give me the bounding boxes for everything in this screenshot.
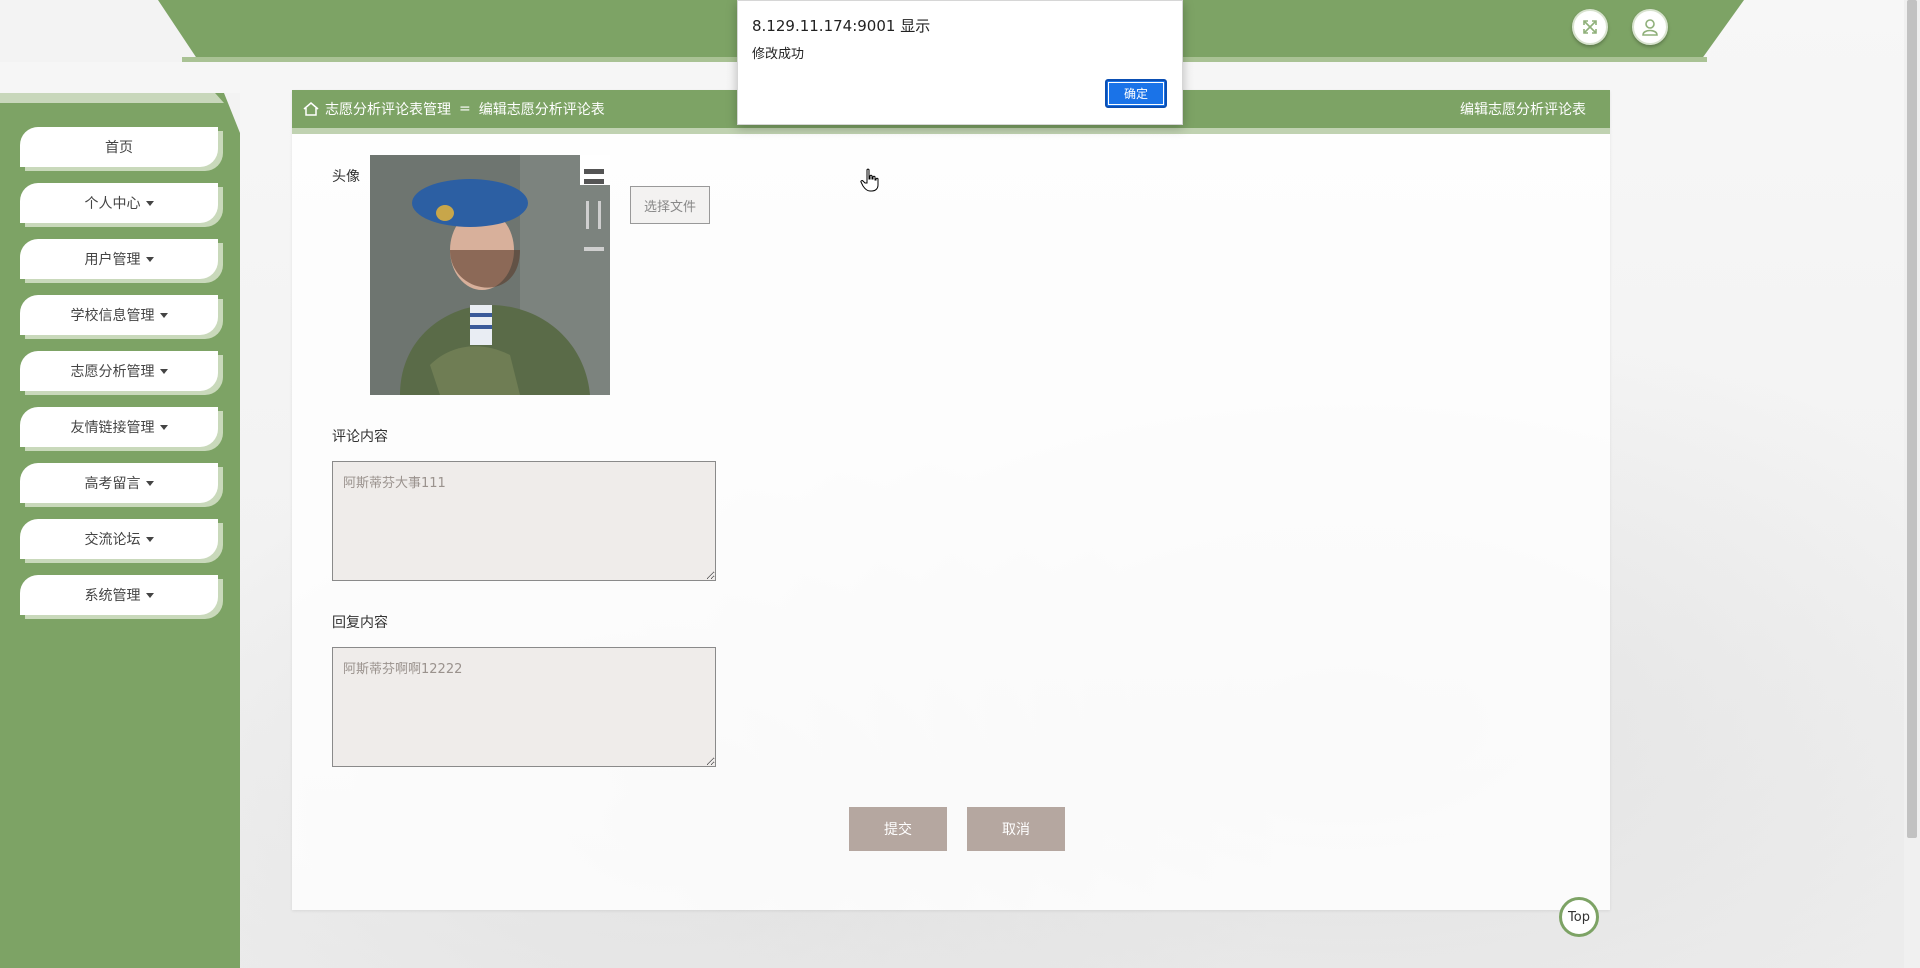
sidebar-top-tab (0, 93, 224, 103)
panel-head-divider (292, 128, 1610, 134)
sidebar-item-label: 系统管理 (84, 588, 141, 604)
dialog-title: 8.129.11.174:9001 显示 (752, 17, 931, 35)
sidebar-item-0[interactable]: 首页 (20, 127, 218, 167)
sidebar-item-label: 高考留言 (84, 476, 141, 492)
sidebar-item-7[interactable]: 交流论坛 (20, 519, 218, 559)
sidebar-item-label: 志愿分析管理 (70, 364, 155, 380)
choose-file-button[interactable]: 选择文件 (630, 186, 710, 224)
sidebar-item-label: 友情链接管理 (70, 420, 155, 436)
scrollbar-thumb[interactable] (1907, 0, 1917, 838)
sidebar-item-8[interactable]: 系统管理 (20, 575, 218, 615)
sidebar-item-5[interactable]: 友情链接管理 (20, 407, 218, 447)
user-button[interactable] (1632, 9, 1668, 45)
caret-down-icon (145, 256, 154, 262)
reply-label: 回复内容 (332, 615, 388, 631)
user-icon (1642, 19, 1658, 36)
sidebar-item-2[interactable]: 用户管理 (20, 239, 218, 279)
caret-down-icon (145, 480, 154, 486)
reply-textarea[interactable]: 阿斯蒂芬啊啊12222 (332, 647, 716, 767)
caret-down-icon (145, 536, 154, 542)
sidebar-item-3[interactable]: 学校信息管理 (20, 295, 218, 335)
hand-cursor-icon (860, 168, 879, 192)
caret-down-icon (159, 368, 168, 374)
fullscreen-button[interactable] (1572, 9, 1608, 45)
sidebar-item-label: 学校信息管理 (70, 308, 155, 324)
sidebar-item-label: 个人中心 (84, 196, 141, 212)
sidebar-item-label: 用户管理 (84, 252, 141, 268)
breadcrumb-separator: = (459, 101, 471, 117)
submit-button[interactable]: 提交 (849, 807, 947, 851)
breadcrumb-current: 编辑志愿分析评论表 (478, 102, 605, 118)
sidebar-menu: 首页个人中心用户管理学校信息管理 志愿分析管理 友情链接管理 高考留言交流论坛系统管理 (20, 127, 224, 631)
dialog-ok-button[interactable]: 确定 (1105, 79, 1167, 108)
fullscreen-icon (1583, 20, 1597, 34)
panel-title: 编辑志愿分析评论表 (1460, 102, 1586, 118)
back-to-top-button[interactable]: Top (1559, 897, 1599, 937)
caret-down-icon (159, 312, 168, 318)
caret-down-icon (159, 424, 168, 430)
caret-down-icon (145, 592, 154, 598)
caret-down-icon (145, 200, 154, 206)
avatar-label: 头像 (332, 169, 360, 185)
sidebar-item-label: 首页 (105, 140, 133, 156)
comment-textarea[interactable]: 阿斯蒂芬大事111 (332, 461, 716, 581)
cancel-button[interactable]: 取消 (967, 807, 1065, 851)
sidebar-item-1[interactable]: 个人中心 (20, 183, 218, 223)
sidebar-item-6[interactable]: 高考留言 (20, 463, 218, 503)
avatar-image (370, 155, 610, 395)
breadcrumb-parent[interactable]: 志愿分析评论表管理 (325, 99, 451, 119)
dialog-message: 修改成功 (752, 47, 805, 62)
sidebar-item-label: 交流论坛 (84, 532, 141, 548)
home-icon[interactable] (302, 100, 320, 118)
alert-dialog: 8.129.11.174:9001 显示 修改成功 确定 (737, 0, 1183, 125)
sidebar-item-4[interactable]: 志愿分析管理 (20, 351, 218, 391)
comment-label: 评论内容 (332, 429, 388, 445)
